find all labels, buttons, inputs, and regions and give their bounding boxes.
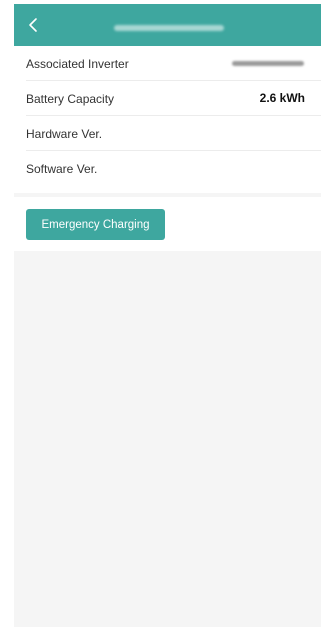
page-title-redacted	[114, 25, 224, 31]
row-software-version: Software Ver.	[14, 151, 321, 186]
associated-inverter-value-redacted	[232, 61, 304, 66]
hardware-version-label: Hardware Ver.	[26, 127, 103, 141]
row-battery-capacity: Battery Capacity 2.6 kWh	[14, 81, 321, 116]
battery-details-card: Associated Inverter Battery Capacity 2.6…	[14, 46, 321, 193]
back-button[interactable]	[22, 13, 46, 37]
software-version-label: Software Ver.	[26, 162, 98, 176]
action-panel: Emergency Charging	[14, 197, 321, 251]
chevron-left-icon	[29, 18, 37, 32]
battery-capacity-label: Battery Capacity	[26, 92, 115, 106]
emergency-charging-button[interactable]: Emergency Charging	[26, 209, 165, 240]
row-associated-inverter: Associated Inverter	[14, 46, 321, 81]
associated-inverter-label: Associated Inverter	[26, 57, 129, 71]
battery-capacity-value: 2.6 kWh	[259, 91, 305, 105]
app-screen: Associated Inverter Battery Capacity 2.6…	[14, 4, 321, 627]
row-hardware-version: Hardware Ver.	[14, 116, 321, 151]
top-bar	[14, 4, 321, 46]
